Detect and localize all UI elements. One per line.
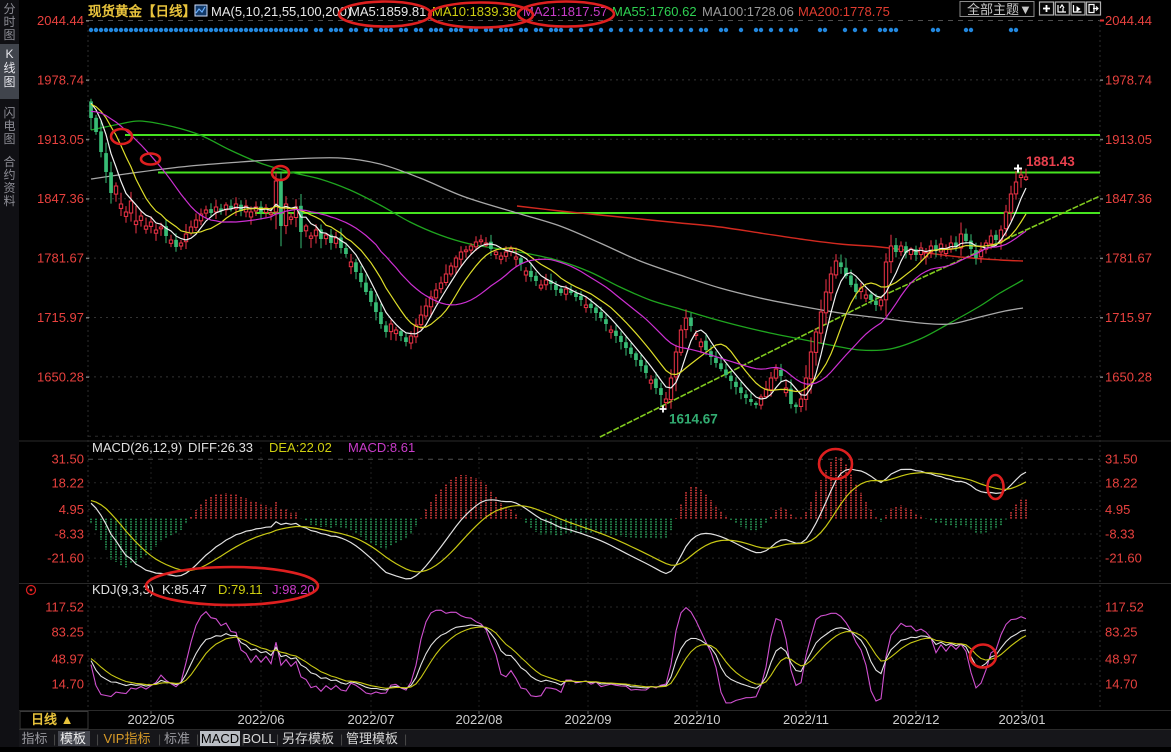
svg-text:现货黄金【日线】: 现货黄金【日线】 xyxy=(88,3,196,19)
svg-text:资: 资 xyxy=(3,181,15,195)
svg-text:分: 分 xyxy=(3,2,15,16)
svg-text:|: | xyxy=(340,732,343,746)
svg-text:BOLL: BOLL xyxy=(242,731,275,746)
svg-text:18.22: 18.22 xyxy=(51,475,84,490)
svg-text:2022/12: 2022/12 xyxy=(893,712,940,727)
svg-text:48.97: 48.97 xyxy=(51,652,84,667)
svg-text:2023/01: 2023/01 xyxy=(999,712,1046,727)
svg-text:VIP指标: VIP指标 xyxy=(104,731,151,746)
svg-text:4.95: 4.95 xyxy=(59,502,84,517)
svg-text:图: 图 xyxy=(3,132,15,146)
svg-text:-8.33: -8.33 xyxy=(1105,527,1135,542)
svg-text:|: | xyxy=(196,732,199,746)
svg-text:2022/10: 2022/10 xyxy=(674,712,721,727)
svg-text:模板: 模板 xyxy=(60,731,86,746)
svg-text:2022/05: 2022/05 xyxy=(128,712,175,727)
svg-text:2044.44: 2044.44 xyxy=(37,13,84,28)
svg-text:另存模板: 另存模板 xyxy=(282,731,334,746)
svg-text:4.95: 4.95 xyxy=(1105,502,1130,517)
svg-text:14.70: 14.70 xyxy=(51,677,84,692)
svg-text:K: K xyxy=(5,47,13,61)
svg-text:MA200:1778.75: MA200:1778.75 xyxy=(798,4,890,19)
svg-text:|: | xyxy=(242,732,245,746)
svg-text:1847.36: 1847.36 xyxy=(1105,191,1152,206)
svg-text:图: 图 xyxy=(3,28,15,42)
svg-text:1715.97: 1715.97 xyxy=(1105,310,1152,325)
svg-text:MACD:8.61: MACD:8.61 xyxy=(348,440,415,455)
svg-text:MACD: MACD xyxy=(201,731,239,746)
svg-text:1978.74: 1978.74 xyxy=(37,72,84,87)
svg-text:1913.05: 1913.05 xyxy=(37,132,84,147)
svg-text:|: | xyxy=(53,732,56,746)
svg-text:1913.05: 1913.05 xyxy=(1105,132,1152,147)
svg-text:K:85.47: K:85.47 xyxy=(162,582,207,597)
svg-text:117.52: 117.52 xyxy=(45,600,84,615)
svg-text:电: 电 xyxy=(3,119,15,133)
svg-text:MA5:1859.81: MA5:1859.81 xyxy=(349,4,426,19)
svg-text:D:79.11: D:79.11 xyxy=(218,582,263,597)
svg-text:MA(5,10,21,55,100,200): MA(5,10,21,55,100,200) xyxy=(211,4,351,19)
svg-text:时: 时 xyxy=(3,15,15,29)
svg-text:1650.28: 1650.28 xyxy=(1105,369,1152,384)
svg-text:合: 合 xyxy=(3,154,15,169)
svg-text:2022/08: 2022/08 xyxy=(456,712,503,727)
svg-text:117.52: 117.52 xyxy=(1105,600,1144,615)
svg-text:31.50: 31.50 xyxy=(1105,452,1138,467)
svg-text:31.50: 31.50 xyxy=(51,452,84,467)
svg-text:全部主题▼: 全部主题▼ xyxy=(967,2,1032,17)
svg-text:MA21:1817.57: MA21:1817.57 xyxy=(523,4,608,19)
svg-text:线: 线 xyxy=(3,61,15,75)
svg-text:-21.60: -21.60 xyxy=(47,551,84,566)
svg-text:DEA:22.02: DEA:22.02 xyxy=(269,440,332,455)
svg-text:约: 约 xyxy=(3,167,15,182)
svg-text:2044.44: 2044.44 xyxy=(1105,13,1152,28)
svg-text:MA100:1728.06: MA100:1728.06 xyxy=(702,4,794,19)
svg-text:管理模板: 管理模板 xyxy=(346,731,398,746)
svg-text:-8.33: -8.33 xyxy=(54,527,84,542)
svg-text:DIFF:26.33: DIFF:26.33 xyxy=(188,440,253,455)
svg-text:2022/07: 2022/07 xyxy=(348,712,395,727)
svg-text:1650.28: 1650.28 xyxy=(37,369,84,384)
svg-text:|: | xyxy=(96,732,99,746)
svg-text:闪: 闪 xyxy=(3,106,15,120)
svg-text:1781.67: 1781.67 xyxy=(37,251,84,266)
svg-text:料: 料 xyxy=(3,194,15,208)
svg-text:|: | xyxy=(276,732,279,746)
svg-text:标准: 标准 xyxy=(164,731,190,746)
svg-text:1715.97: 1715.97 xyxy=(37,310,84,325)
svg-text:48.97: 48.97 xyxy=(1105,652,1138,667)
svg-text:|: | xyxy=(404,732,407,746)
svg-text:2022/11: 2022/11 xyxy=(783,712,829,727)
svg-text:MACD(26,12,9): MACD(26,12,9) xyxy=(92,440,182,455)
svg-text:1847.36: 1847.36 xyxy=(37,191,84,206)
svg-text:-21.60: -21.60 xyxy=(1105,551,1142,566)
svg-text:KDJ(9,3,3): KDJ(9,3,3) xyxy=(92,582,154,597)
svg-text:|: | xyxy=(158,732,161,746)
svg-text:MA55:1760.62: MA55:1760.62 xyxy=(612,4,697,19)
svg-text:日线 ▲: 日线 ▲ xyxy=(31,712,73,727)
svg-text:14.70: 14.70 xyxy=(1105,677,1138,692)
svg-text:83.25: 83.25 xyxy=(1105,625,1138,640)
svg-text:2022/06: 2022/06 xyxy=(238,712,285,727)
svg-text:指标: 指标 xyxy=(21,731,47,746)
svg-text:1881.43: 1881.43 xyxy=(1026,154,1075,169)
svg-text:83.25: 83.25 xyxy=(51,625,84,640)
svg-text:1978.74: 1978.74 xyxy=(1105,72,1152,87)
svg-text:1781.67: 1781.67 xyxy=(1105,251,1152,266)
svg-text:2022/09: 2022/09 xyxy=(565,712,612,727)
svg-text:18.22: 18.22 xyxy=(1105,475,1138,490)
svg-text:1614.67: 1614.67 xyxy=(669,412,718,427)
svg-text:图: 图 xyxy=(3,75,15,89)
